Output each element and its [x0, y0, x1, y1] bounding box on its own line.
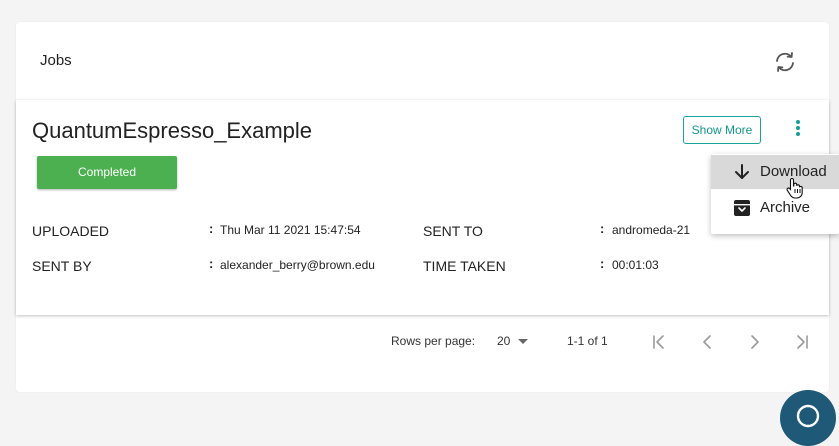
chat-icon — [796, 404, 820, 428]
archive-icon — [733, 199, 751, 217]
uploaded-value: Thu Mar 11 2021 15:47:54 — [220, 223, 361, 237]
hand-cursor-icon — [786, 177, 804, 199]
first-page-icon[interactable] — [650, 333, 668, 351]
menu-item-download[interactable]: Download — [711, 155, 839, 189]
rows-per-page-select[interactable]: 20 — [497, 333, 533, 351]
chat-button[interactable] — [780, 390, 836, 446]
menu-item-label: Archive — [760, 199, 811, 216]
rows-per-page-label: Rows per page: — [391, 334, 476, 348]
field-separator: : — [209, 256, 214, 271]
field-separator: : — [600, 256, 605, 271]
more-vertical-icon[interactable] — [791, 120, 805, 142]
rows-per-page-value: 20 — [497, 334, 511, 348]
chevron-right-icon[interactable] — [746, 333, 764, 351]
chevron-left-icon[interactable] — [698, 333, 716, 351]
menu-item-archive[interactable]: Archive — [711, 191, 839, 225]
caret-down-icon — [518, 339, 528, 344]
last-page-icon[interactable] — [793, 333, 811, 351]
field-separator: : — [209, 221, 214, 236]
pagination-range: 1-1 of 1 — [567, 334, 608, 348]
page-title: Jobs — [40, 52, 72, 69]
panel-header: Jobs — [16, 22, 829, 101]
time-taken-label: TIME TAKEN — [423, 258, 506, 274]
refresh-icon[interactable] — [773, 50, 797, 74]
sent-by-label: SENT BY — [32, 258, 92, 274]
field-separator: : — [600, 221, 605, 236]
sent-to-label: SENT TO — [423, 223, 483, 239]
sent-by-value: alexander_berry@brown.edu — [220, 258, 375, 272]
sent-to-value: andromeda-21 — [612, 223, 691, 237]
job-actions-menu: Download Archive — [711, 154, 839, 234]
status-badge: Completed — [37, 156, 177, 189]
show-more-button[interactable]: Show More — [683, 116, 761, 144]
job-card: QuantumEspresso_Example Completed Show M… — [16, 100, 829, 315]
time-taken-value: 00:01:03 — [612, 258, 659, 272]
job-title: QuantumEspresso_Example — [32, 118, 313, 143]
download-icon — [733, 163, 751, 181]
uploaded-label: UPLOADED — [32, 223, 110, 239]
